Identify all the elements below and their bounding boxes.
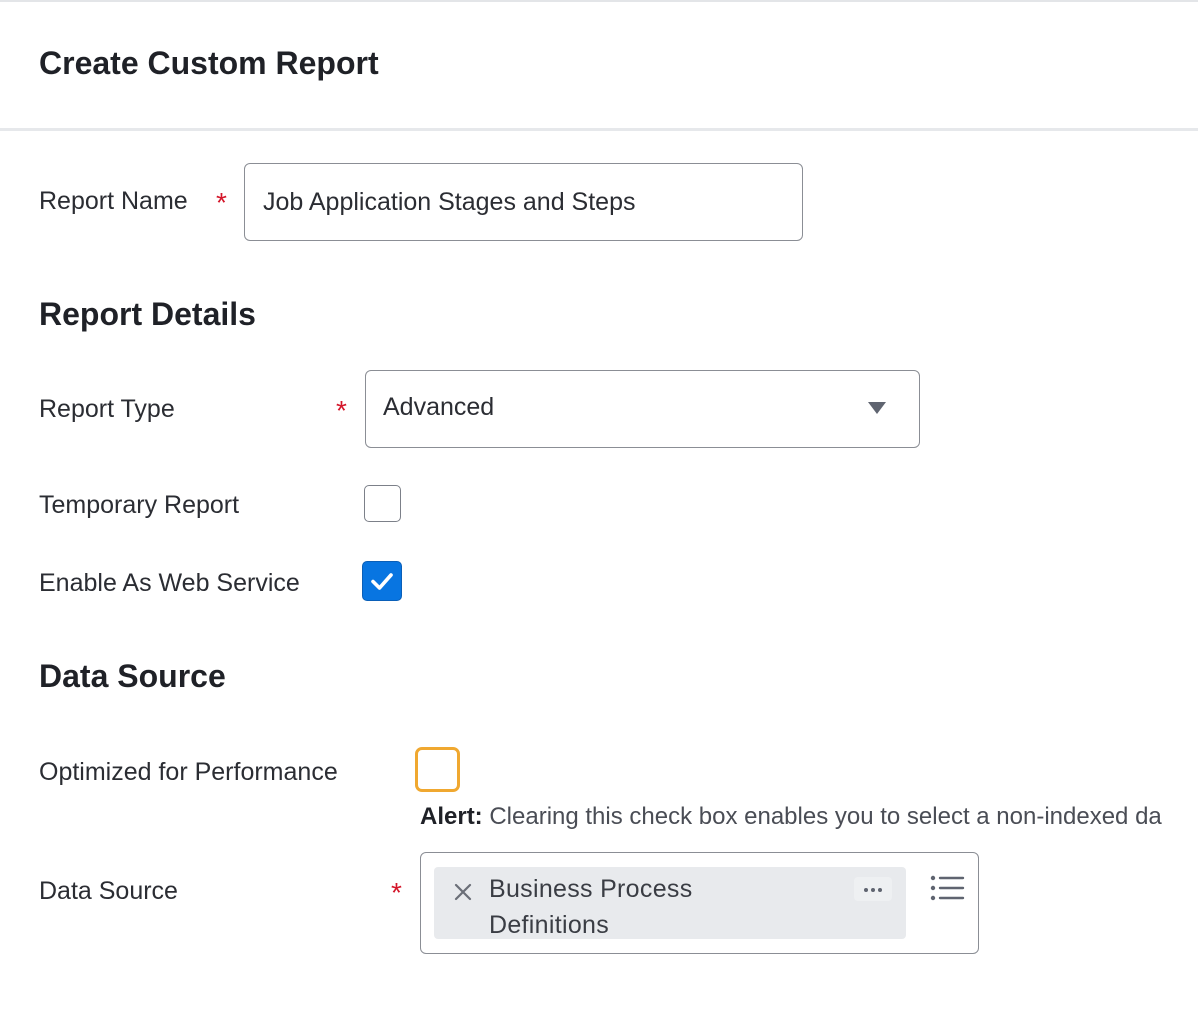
alert-prefix: Alert: bbox=[420, 803, 483, 830]
optimized-for-performance-checkbox[interactable] bbox=[415, 747, 460, 792]
report-name-label: Report Name bbox=[39, 187, 188, 215]
page-title: Create Custom Report bbox=[39, 45, 379, 81]
create-custom-report-page: Create Custom Report Report Name * Repor… bbox=[0, 0, 1198, 1020]
report-name-input[interactable] bbox=[244, 163, 803, 241]
page-header: Create Custom Report bbox=[0, 2, 1198, 131]
report-type-select[interactable]: Advanced bbox=[365, 370, 920, 448]
chevron-down-icon[interactable] bbox=[868, 402, 886, 414]
optimized-for-performance-label: Optimized for Performance bbox=[39, 758, 338, 786]
data-source-required-marker: * bbox=[391, 877, 402, 908]
alert-text: Clearing this check box enables you to s… bbox=[482, 803, 1162, 830]
selected-data-source-text: Business Process Definitions bbox=[489, 875, 693, 939]
close-icon[interactable] bbox=[452, 881, 474, 903]
temporary-report-checkbox[interactable] bbox=[364, 485, 401, 522]
report-name-required-marker: * bbox=[216, 187, 227, 218]
data-source-heading: Data Source bbox=[39, 658, 226, 694]
report-type-label: Report Type bbox=[39, 395, 175, 423]
enable-web-service-checkbox[interactable] bbox=[362, 561, 402, 601]
list-icon[interactable] bbox=[929, 873, 965, 903]
enable-web-service-label: Enable As Web Service bbox=[39, 569, 300, 597]
report-type-required-marker: * bbox=[336, 395, 347, 426]
report-type-value: Advanced bbox=[383, 393, 495, 421]
checkmark-icon bbox=[370, 572, 393, 590]
temporary-report-label: Temporary Report bbox=[39, 491, 240, 519]
data-source-prompt[interactable]: Business Process Definitions bbox=[420, 852, 979, 954]
more-options-icon[interactable] bbox=[854, 877, 892, 901]
data-source-label: Data Source bbox=[39, 877, 178, 905]
data-source-alert: Alert: Clearing this check box enables y… bbox=[420, 803, 1162, 831]
report-details-heading: Report Details bbox=[39, 296, 256, 332]
selected-data-source-pill[interactable]: Business Process Definitions bbox=[434, 867, 906, 939]
